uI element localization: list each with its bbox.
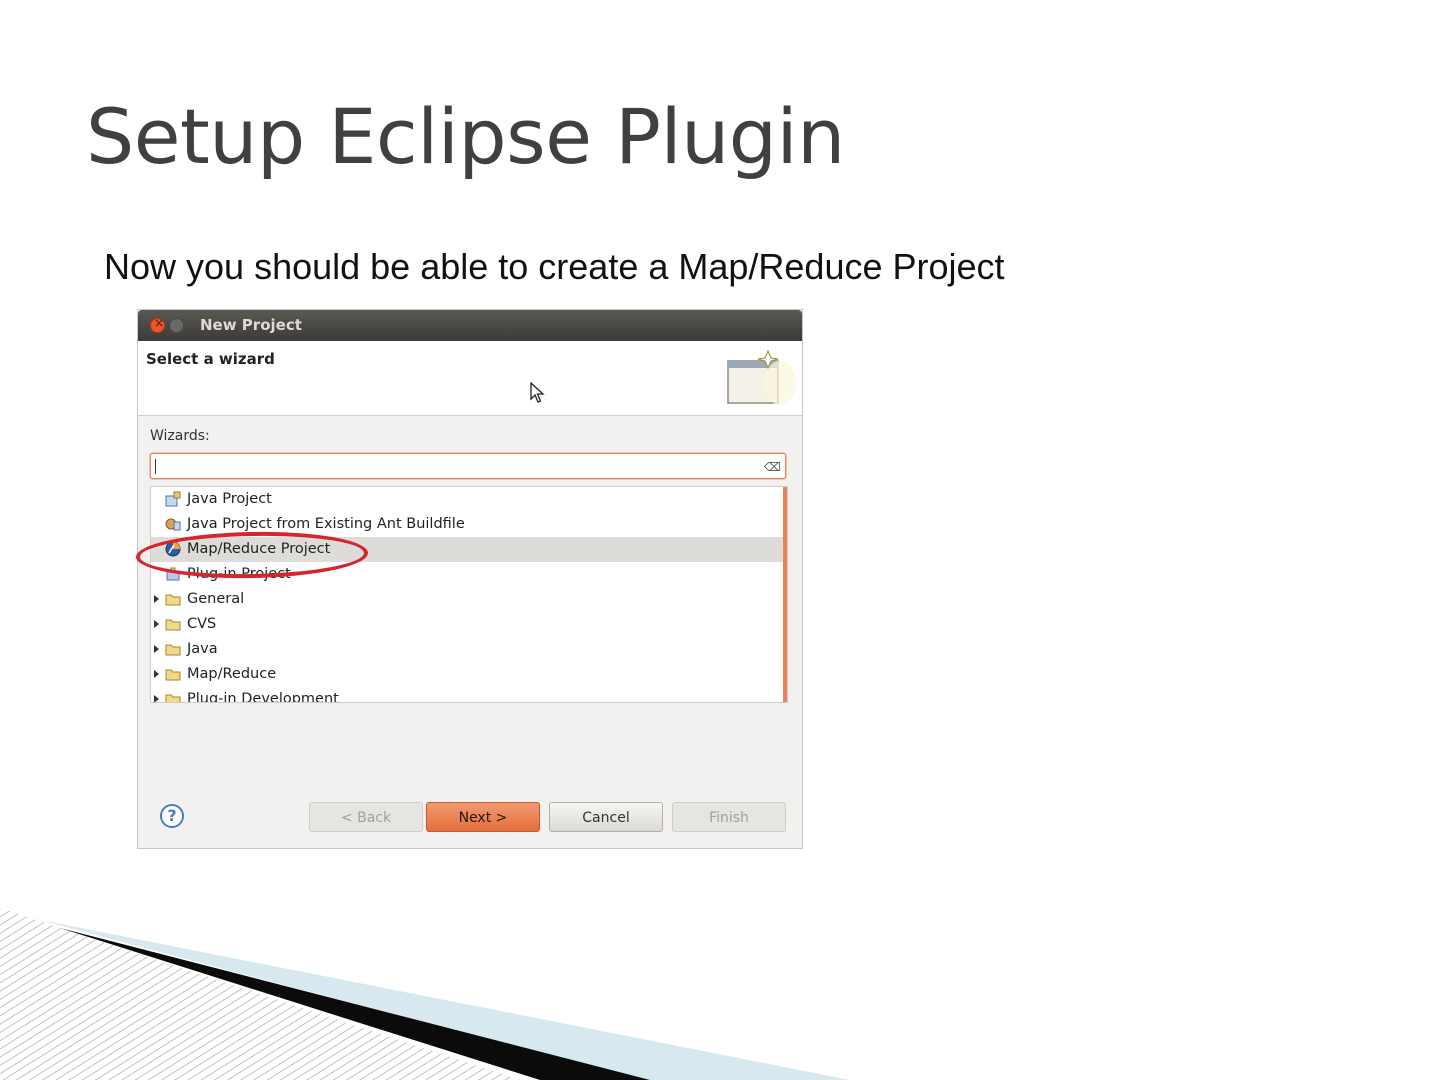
- cancel-button[interactable]: Cancel: [549, 802, 663, 832]
- finish-button[interactable]: Finish: [672, 802, 786, 832]
- back-button[interactable]: < Back: [309, 802, 423, 832]
- wizard-header: Select a wizard: [138, 341, 802, 416]
- ant-project-icon: [165, 518, 181, 531]
- wizard-filter-input[interactable]: ⌫: [150, 453, 786, 479]
- tree-item-label: CVS: [187, 616, 217, 632]
- tree-item-plugin-development[interactable]: Plug-in Development: [151, 687, 785, 703]
- folder-icon: [165, 669, 181, 681]
- window-minimize-button[interactable]: [169, 318, 184, 333]
- slide-corner-decoration: [0, 908, 850, 1080]
- expand-arrow-icon[interactable]: [154, 620, 159, 628]
- expand-arrow-icon[interactable]: [154, 595, 159, 603]
- tree-item-label: Map/Reduce: [187, 666, 277, 682]
- slide-subtitle: Now you should be able to create a Map/R…: [104, 246, 1005, 287]
- tree-item-label: Java Project from Existing Ant Buildfile: [187, 516, 465, 532]
- expand-arrow-icon[interactable]: [154, 695, 159, 702]
- tree-item-java-project[interactable]: Java Project: [151, 487, 785, 512]
- dialog-titlebar[interactable]: New Project: [138, 310, 802, 341]
- wizard-header-title: Select a wizard: [146, 350, 275, 368]
- folder-icon: [165, 594, 181, 606]
- window-close-button[interactable]: [150, 316, 165, 333]
- folder-icon: [165, 619, 181, 631]
- next-button[interactable]: Next >: [426, 802, 540, 832]
- tree-item-cvs[interactable]: CVS: [151, 612, 785, 637]
- help-button[interactable]: ?: [160, 804, 184, 828]
- new-project-dialog: New Project Select a wizard Wizards: ⌫ J…: [138, 310, 802, 848]
- text-caret: [155, 459, 156, 474]
- expand-arrow-icon[interactable]: [154, 645, 159, 653]
- tree-item-java[interactable]: Java: [151, 637, 785, 662]
- tree-item-label: General: [187, 591, 245, 607]
- tree-item-general[interactable]: General: [151, 587, 785, 612]
- tree-scrollbar[interactable]: [783, 487, 787, 702]
- dialog-title: New Project: [200, 316, 302, 334]
- folder-icon: [165, 644, 181, 656]
- tree-item-label: Java Project: [187, 491, 272, 507]
- wizards-label: Wizards:: [150, 428, 210, 444]
- tree-item-label: Plug-in Development: [187, 691, 339, 703]
- folder-icon: [165, 694, 181, 702]
- wizard-tree[interactable]: Java Project Java Project from Existing …: [150, 486, 788, 703]
- new-wizard-banner-icon: [727, 349, 796, 405]
- slide-title: Setup Eclipse Plugin: [86, 92, 845, 181]
- mouse-pointer-icon: [530, 382, 545, 403]
- tree-item-label: Java: [187, 641, 218, 657]
- expand-arrow-icon[interactable]: [154, 670, 159, 678]
- clear-filter-icon[interactable]: ⌫: [764, 460, 781, 474]
- tree-item-mapreduce[interactable]: Map/Reduce: [151, 662, 785, 687]
- java-project-icon: [165, 491, 181, 507]
